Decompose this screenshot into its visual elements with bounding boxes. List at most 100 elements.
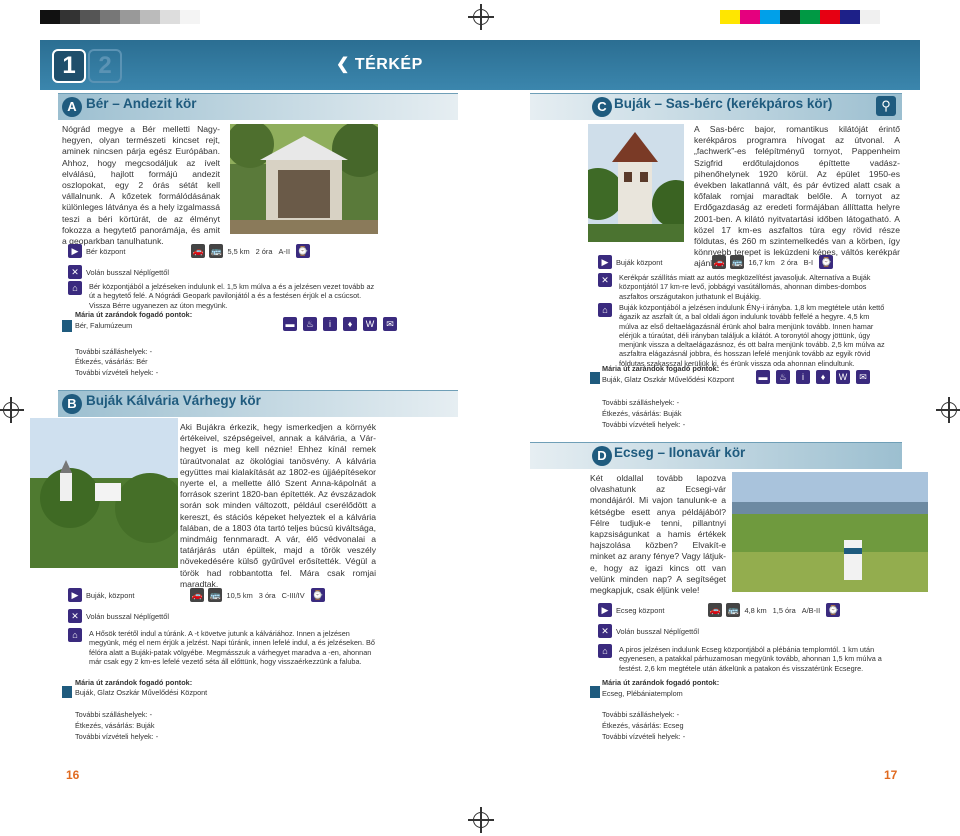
location-icon: ▶ bbox=[598, 255, 612, 269]
transport-icon: ✕ bbox=[68, 609, 82, 623]
time: 1,5 óra bbox=[772, 605, 796, 615]
food-icon: ♨ bbox=[303, 317, 317, 331]
stamp-place: Buják, Glatz Oszkár Művelődési Központ bbox=[75, 688, 208, 697]
registration-mark-icon bbox=[468, 4, 494, 30]
transport-icon: ✕ bbox=[598, 273, 612, 287]
stamp-place: Bér, Falumúzeum bbox=[75, 321, 133, 330]
water: További vízvételi helyek: - bbox=[75, 368, 159, 377]
car-icon: 🚗 bbox=[191, 244, 206, 258]
route-icon: ⌂ bbox=[68, 281, 82, 295]
tab-1[interactable]: 1 bbox=[52, 49, 86, 83]
route-icon: ⌂ bbox=[598, 303, 612, 317]
food: Étkezés, vásárlás: Buják bbox=[75, 721, 155, 730]
stamp-title: Mária út zarándok fogadó pontok: bbox=[602, 678, 720, 687]
distance: 5,5 km bbox=[227, 246, 250, 256]
amenity-icons: ▬ ♨ i ♦ W ✉ bbox=[756, 370, 874, 384]
bus-icon: 🚌 bbox=[208, 588, 223, 602]
section-title: Bér – Andezit kör bbox=[86, 96, 197, 111]
distance: 4,8 km bbox=[744, 605, 767, 615]
clock-icon: ⌚ bbox=[819, 255, 834, 269]
water: További vízvételi helyek: - bbox=[602, 420, 686, 429]
section-b-header: B Buják Kálvária Várhegy kör bbox=[58, 390, 458, 417]
bicycle-icon: ⚲ bbox=[876, 96, 896, 116]
transport: Volán busszal Néplígettől bbox=[616, 626, 699, 636]
section-letter: B bbox=[62, 394, 82, 414]
bus-icon: 🚌 bbox=[726, 603, 741, 617]
water: További vízvételi helyek: - bbox=[75, 732, 159, 741]
stamp-title: Mária út zarándok fogadó pontok: bbox=[75, 310, 193, 319]
bed-icon: ▬ bbox=[756, 370, 770, 384]
location-icon: ▶ bbox=[68, 588, 82, 602]
food: Étkezés, vásárlás: Buják bbox=[602, 409, 682, 418]
section-d-route: A piros jelzésen indulunk Ecseg központj… bbox=[619, 645, 882, 673]
clock-icon: ⌚ bbox=[310, 588, 325, 602]
transport-icon: ✕ bbox=[598, 624, 612, 638]
transport: Volán busszal Néplígettől bbox=[86, 611, 169, 621]
location-icon: ▶ bbox=[598, 603, 612, 617]
food: Étkezés, vásárlás: Bér bbox=[75, 357, 148, 366]
stamp-title: Mária út zarándok fogadó pontok: bbox=[75, 678, 193, 687]
stamp-title: Mária út zarándok fogadó pontok: bbox=[602, 364, 720, 373]
info-icon: i bbox=[796, 370, 810, 384]
info-icon: i bbox=[323, 317, 337, 331]
lodging: További szálláshelyek: - bbox=[602, 710, 680, 719]
stamp-box-icon: ✉ bbox=[856, 370, 870, 384]
stamp-icon bbox=[62, 320, 72, 332]
lodging: További szálláshelyek: - bbox=[602, 398, 680, 407]
section-c-transport: Kerékpár szállítás miatt az autós megköz… bbox=[619, 273, 871, 301]
tab-2[interactable]: 2 bbox=[88, 49, 122, 83]
section-b-transport-row: ✕ Volán busszal Néplígettől bbox=[68, 608, 169, 624]
car-icon: 🚗 bbox=[708, 603, 723, 617]
section-letter: D bbox=[592, 446, 612, 466]
clock-icon: ⌚ bbox=[296, 244, 310, 258]
registration-mark-icon bbox=[468, 807, 494, 833]
map-link[interactable]: ❮ TÉRKÉP bbox=[336, 54, 423, 74]
route-icon: ⌂ bbox=[598, 644, 612, 658]
page-number-right: 17 bbox=[884, 768, 898, 782]
difficulty: C-III/IV bbox=[281, 590, 305, 600]
section-c-stats: ▶ Buják központ 🚗 🚌 16,7 km 2 óra B-I ⌚ bbox=[598, 254, 837, 270]
lodging: További szálláshelyek: - bbox=[75, 347, 153, 356]
section-a-transport-row: ✕ Volán busszal Néplígettől bbox=[68, 264, 169, 280]
wc-icon: W bbox=[836, 370, 850, 384]
stamp-icon bbox=[62, 686, 72, 698]
clock-icon: ⌚ bbox=[826, 603, 841, 617]
difficulty: A/B-II bbox=[801, 605, 821, 615]
distance: 16,7 km bbox=[748, 257, 775, 267]
stamp-icon bbox=[590, 372, 600, 384]
section-c-header: C Buják – Sas-bérc (kerékpáros kör) ⚲ bbox=[530, 93, 902, 120]
stamp-icon bbox=[590, 686, 600, 698]
section-d-transport-row: ✕ Volán busszal Néplígettől bbox=[598, 623, 699, 639]
section-d-body: Két oldallal tovább lapozva olvashatunk … bbox=[590, 473, 726, 596]
section-d-header: D Ecseg – Ilonavár kör bbox=[530, 442, 902, 469]
time: 2 óra bbox=[780, 257, 798, 267]
time: 3 óra bbox=[258, 590, 276, 600]
section-b-body: Aki Bujákra érkezik, hegy ismerkedjen a … bbox=[180, 422, 376, 589]
section-b-route: A Hősök terétől indul a túránk. A -t köv… bbox=[89, 629, 375, 666]
location-icon: ▶ bbox=[68, 244, 82, 258]
start-point: Bér központ bbox=[86, 246, 126, 256]
page-number-left: 16 bbox=[66, 768, 80, 782]
bed-icon: ▬ bbox=[283, 317, 297, 331]
section-b-stats: ▶ Buják, központ 🚗 🚌 10,5 km 3 óra C-III… bbox=[68, 587, 329, 603]
start-point: Buják, központ bbox=[86, 590, 135, 600]
stamp-box-icon: ✉ bbox=[383, 317, 397, 331]
section-title: Buják Kálvária Várhegy kör bbox=[86, 393, 261, 408]
transport: Volán busszal Néplígettől bbox=[86, 267, 169, 277]
difficulty: A-II bbox=[278, 246, 291, 256]
water-icon: ♦ bbox=[816, 370, 830, 384]
stamp-place: Ecseg, Plébániatemplom bbox=[602, 689, 683, 698]
page-header: 1 2 ❮ TÉRKÉP bbox=[40, 40, 920, 90]
stamp-place: Buják, Glatz Oszkár Művelődési Központ bbox=[602, 375, 735, 384]
registration-mark-icon bbox=[0, 397, 24, 423]
section-c-route: Buják központjából a jelzésen indulunk É… bbox=[619, 303, 885, 368]
water: További vízvételi helyek: - bbox=[602, 732, 686, 741]
ecseg-landscape-photo bbox=[732, 472, 928, 592]
bus-icon: 🚌 bbox=[730, 255, 745, 269]
bus-icon: 🚌 bbox=[209, 244, 224, 258]
section-a-body: Nógrád megye a Bér melletti Nagy-hegyen,… bbox=[62, 124, 220, 247]
distance: 10,5 km bbox=[226, 590, 253, 600]
registration-mark-icon bbox=[936, 397, 960, 423]
bujak-kalvaria-photo bbox=[30, 418, 178, 568]
difficulty: B-I bbox=[803, 257, 814, 267]
